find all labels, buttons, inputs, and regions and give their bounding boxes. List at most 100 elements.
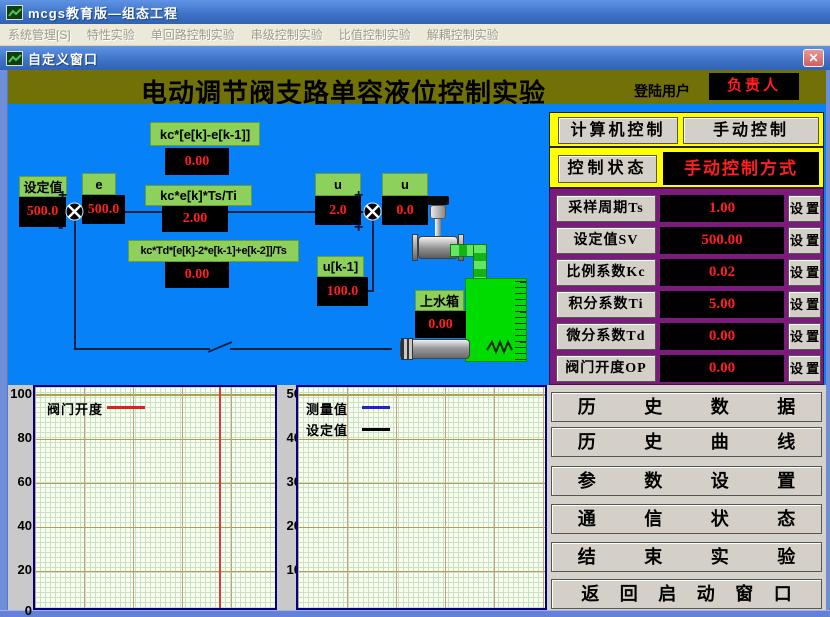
control-status-panel: 控制状态 手动控制方式	[549, 147, 824, 188]
main-title-bar: mcgs教育版—组态工程	[0, 0, 830, 24]
tank-outlet-spring	[486, 336, 518, 356]
valve-actuator	[430, 205, 446, 219]
window-frame-right	[826, 70, 830, 617]
custom-window-logo-icon	[6, 51, 23, 66]
d-term-value: 0.00	[165, 262, 229, 288]
set-button-kc[interactable]: 设 置	[788, 259, 821, 286]
u2-label: u	[382, 173, 428, 196]
history-data-button[interactable]: 历 史 数 据	[551, 392, 822, 422]
valve-opening-trend-plot: 阀门开度	[33, 385, 277, 610]
param-value-kc: 0.02	[660, 259, 784, 286]
param-label-ti: 积分系数Ti	[556, 291, 656, 318]
control-status-button[interactable]: 控制状态	[558, 155, 657, 183]
pid-parameter-grid: 采样周期Ts 1.00 设 置 设定值SV 500.00 设 置 比例系数Kc …	[549, 188, 824, 385]
set-button-ts[interactable]: 设 置	[788, 195, 821, 222]
param-label-sv: 设定值SV	[556, 227, 656, 254]
mcgs-logo-icon	[6, 5, 23, 20]
navigation-button-stack: 历 史 数 据 历 史 曲 线 参 数 设 置 通 信 状 态 结 束 实 验 …	[547, 385, 826, 610]
left-ytick-20: 20	[10, 562, 32, 577]
history-curve-button[interactable]: 历 史 曲 线	[551, 427, 822, 457]
param-row-kc: 比例系数Kc 0.02 设 置	[550, 259, 825, 286]
param-row-ts: 采样周期Ts 1.00 设 置	[550, 195, 825, 222]
set-button-sv[interactable]: 设 置	[788, 227, 821, 254]
menu-characteristic-exp[interactable]: 特性实验	[87, 26, 135, 43]
level-sensor	[400, 339, 470, 359]
error-label: e	[82, 173, 116, 195]
login-user-label: 登陆用户	[634, 81, 690, 101]
left-ytick-100: 100	[10, 386, 32, 401]
window-frame-bottom	[0, 610, 830, 617]
pid-flow-diagram: kc*[e[k]-e[k-1]] 0.00 kc*e[k]*Ts/Ti 2.00…	[8, 104, 547, 385]
experiment-header: 电动调节阀支路单容液位控制实验 登陆用户 负责人	[8, 70, 826, 104]
menu-decoupling-exp[interactable]: 解耦控制实验	[427, 26, 499, 43]
wire-feedback-vertical	[74, 221, 76, 349]
legend-setpoint-value: 设定值	[306, 420, 348, 439]
comm-status-button[interactable]: 通 信 状 态	[551, 504, 822, 534]
tank-level-value: 0.00	[415, 311, 466, 338]
pipe-vertical	[473, 244, 487, 280]
param-row-sv: 设定值SV 500.00 设 置	[550, 227, 825, 254]
u2-value: 0.0	[382, 196, 428, 225]
left-ytick-60: 60	[10, 474, 32, 489]
legend-valve-opening: 阀门开度	[47, 399, 103, 418]
legend-line-setpoint	[362, 428, 390, 431]
close-icon[interactable]: ✕	[803, 49, 824, 67]
window-title: mcgs教育版—组态工程	[28, 3, 178, 22]
legend-line-valve-opening	[107, 406, 145, 409]
login-user-value: 负责人	[709, 73, 799, 100]
valve-actuator-cap	[427, 196, 449, 205]
end-experiment-button[interactable]: 结 束 实 验	[551, 542, 822, 572]
menu-cascade-exp[interactable]: 串级控制实验	[251, 26, 323, 43]
wire-integral-u	[228, 211, 316, 213]
legend-line-measured	[362, 406, 390, 409]
junction2-plus-bottom-sign: +	[354, 222, 363, 234]
param-value-ti: 5.00	[660, 291, 784, 318]
computer-control-button[interactable]: 计算机控制	[558, 117, 678, 144]
param-label-td: 微分系数Td	[556, 323, 656, 350]
param-row-td: 微分系数Td 0.00 设 置	[550, 323, 825, 350]
p-term-formula: kc*[e[k]-e[k-1]]	[150, 122, 260, 146]
time-cursor-line	[219, 387, 221, 608]
tank-label: 上水箱	[415, 290, 464, 311]
junction1-minus-sign: -	[58, 222, 63, 234]
feedback-switch	[206, 338, 236, 354]
param-value-td: 0.00	[660, 323, 784, 350]
menu-single-loop-exp[interactable]: 单回路控制实验	[151, 26, 235, 43]
left-ytick-80: 80	[10, 430, 32, 445]
parameter-set-button[interactable]: 参 数 设 置	[551, 466, 822, 496]
junction1-plus-sign: +	[58, 190, 67, 202]
custom-window-title: 自定义窗口	[28, 49, 98, 68]
summing-junction-1	[65, 202, 84, 221]
level-trend-plot: 测量值 设定值	[296, 385, 547, 610]
param-label-kc: 比例系数Kc	[556, 259, 656, 286]
menu-bar: 系统管理[S] 特性实验 单回路控制实验 串级控制实验 比值控制实验 解耦控制实…	[0, 24, 830, 46]
window-frame-left	[0, 70, 8, 617]
d-term-formula: kc*Td*[e[k]-2*e[k-1]+e[k-2]]/Ts	[128, 240, 299, 262]
uprev-label: u[k-1]	[317, 256, 364, 277]
left-ytick-40: 40	[10, 518, 32, 533]
i-term-formula: kc*e[k]*Ts/Ti	[145, 185, 252, 206]
legend-measured-value: 测量值	[306, 399, 348, 418]
param-row-ti: 积分系数Ti 5.00 设 置	[550, 291, 825, 318]
menu-system-manage[interactable]: 系统管理[S]	[8, 26, 71, 43]
mode-selector-panel: 计算机控制 手动控制	[549, 112, 824, 147]
set-button-op[interactable]: 设 置	[788, 355, 821, 382]
p-term-value: 0.00	[165, 148, 229, 175]
wire-uprev-vertical	[372, 221, 374, 291]
menu-ratio-exp[interactable]: 比值控制实验	[339, 26, 411, 43]
set-button-td[interactable]: 设 置	[788, 323, 821, 350]
i-term-value: 2.00	[162, 206, 228, 232]
param-value-ts: 1.00	[660, 195, 784, 222]
param-value-op: 0.00	[660, 355, 784, 382]
uprev-value: 100.0	[317, 277, 368, 306]
left-ytick-0: 0	[10, 603, 32, 617]
summing-junction-2	[363, 202, 382, 221]
manual-control-button[interactable]: 手动控制	[683, 117, 819, 144]
param-label-ts: 采样周期Ts	[556, 195, 656, 222]
return-start-window-button[interactable]: 返 回 启 动 窗 口	[551, 579, 822, 609]
set-button-ti[interactable]: 设 置	[788, 291, 821, 318]
wire-feedback-horizontal-1	[74, 348, 210, 350]
wire-feedback-horizontal-2	[230, 348, 392, 350]
control-status-value: 手动控制方式	[663, 152, 819, 185]
control-panel: 计算机控制 手动控制 控制状态 手动控制方式 采样周期Ts 1.00 设 置 设…	[547, 104, 826, 610]
